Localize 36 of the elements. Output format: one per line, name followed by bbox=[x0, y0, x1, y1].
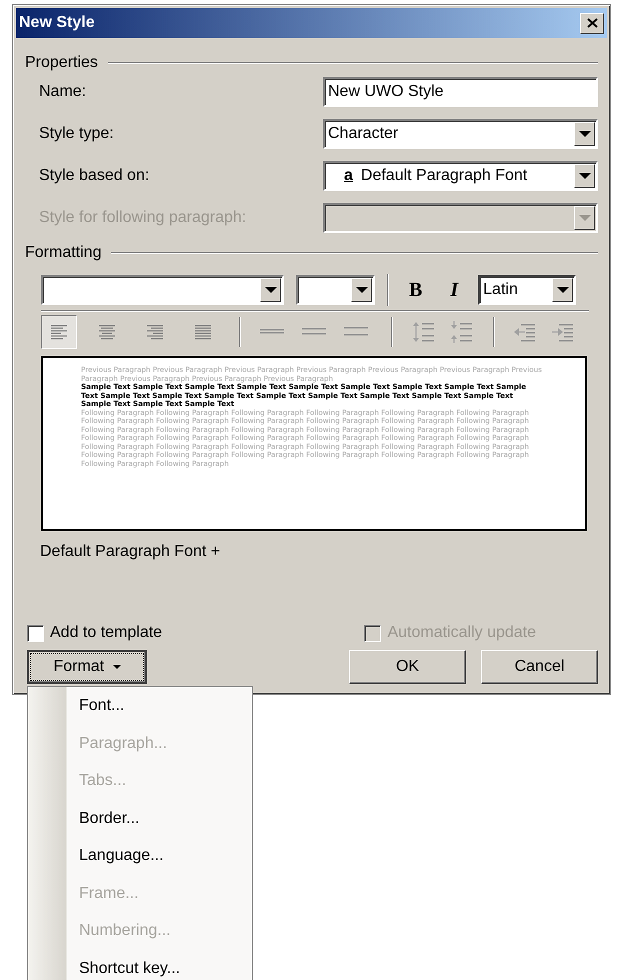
font-dropdown[interactable] bbox=[41, 275, 284, 305]
section-heading: Formatting bbox=[25, 244, 102, 262]
menu-item[interactable]: Font... bbox=[28, 693, 252, 730]
dropdown-field[interactable]: Character bbox=[323, 119, 598, 149]
field-label: Style based on: bbox=[39, 167, 150, 185]
menu-item[interactable]: Language... bbox=[28, 843, 252, 880]
name-field[interactable]: New UWO Style bbox=[323, 77, 598, 107]
field-label: Style type: bbox=[39, 125, 114, 143]
checkbox[interactable] bbox=[27, 624, 44, 642]
ok-button[interactable]: OK bbox=[349, 650, 466, 684]
increase-spacing-icon[interactable] bbox=[411, 320, 437, 344]
checkbox-label: Automatically update bbox=[387, 624, 536, 642]
style-description: Default Paragraph Font + bbox=[40, 543, 222, 561]
checkbox-label: Add to template bbox=[50, 624, 162, 642]
align-right-icon bbox=[146, 324, 164, 340]
decrease-spacing-icon[interactable] bbox=[449, 320, 475, 344]
size-dropdown[interactable] bbox=[296, 275, 375, 305]
format-button[interactable]: Format bbox=[27, 650, 147, 684]
dropdown-field[interactable]: a Default Paragraph Font bbox=[323, 161, 598, 191]
italic-button[interactable]: I bbox=[442, 278, 466, 302]
window-title: New Style bbox=[19, 14, 95, 32]
align-center-icon bbox=[98, 324, 116, 340]
close-button[interactable] bbox=[580, 12, 604, 34]
menu-item[interactable]: Shortcut key... bbox=[28, 956, 252, 980]
menu-item[interactable]: Border... bbox=[28, 806, 252, 843]
align-left-button[interactable] bbox=[41, 315, 77, 349]
caret-icon bbox=[112, 664, 121, 669]
field-label: Style for following paragraph: bbox=[39, 209, 246, 227]
cancel-button[interactable]: Cancel bbox=[481, 650, 598, 684]
script-dropdown[interactable]: Latin bbox=[478, 275, 576, 305]
justify-icon bbox=[194, 324, 212, 340]
bold-button[interactable]: B bbox=[401, 278, 430, 302]
field-label: Name: bbox=[39, 83, 86, 101]
section-heading: Properties bbox=[25, 54, 98, 72]
align-left-icon bbox=[50, 324, 68, 340]
close-icon bbox=[586, 18, 598, 28]
